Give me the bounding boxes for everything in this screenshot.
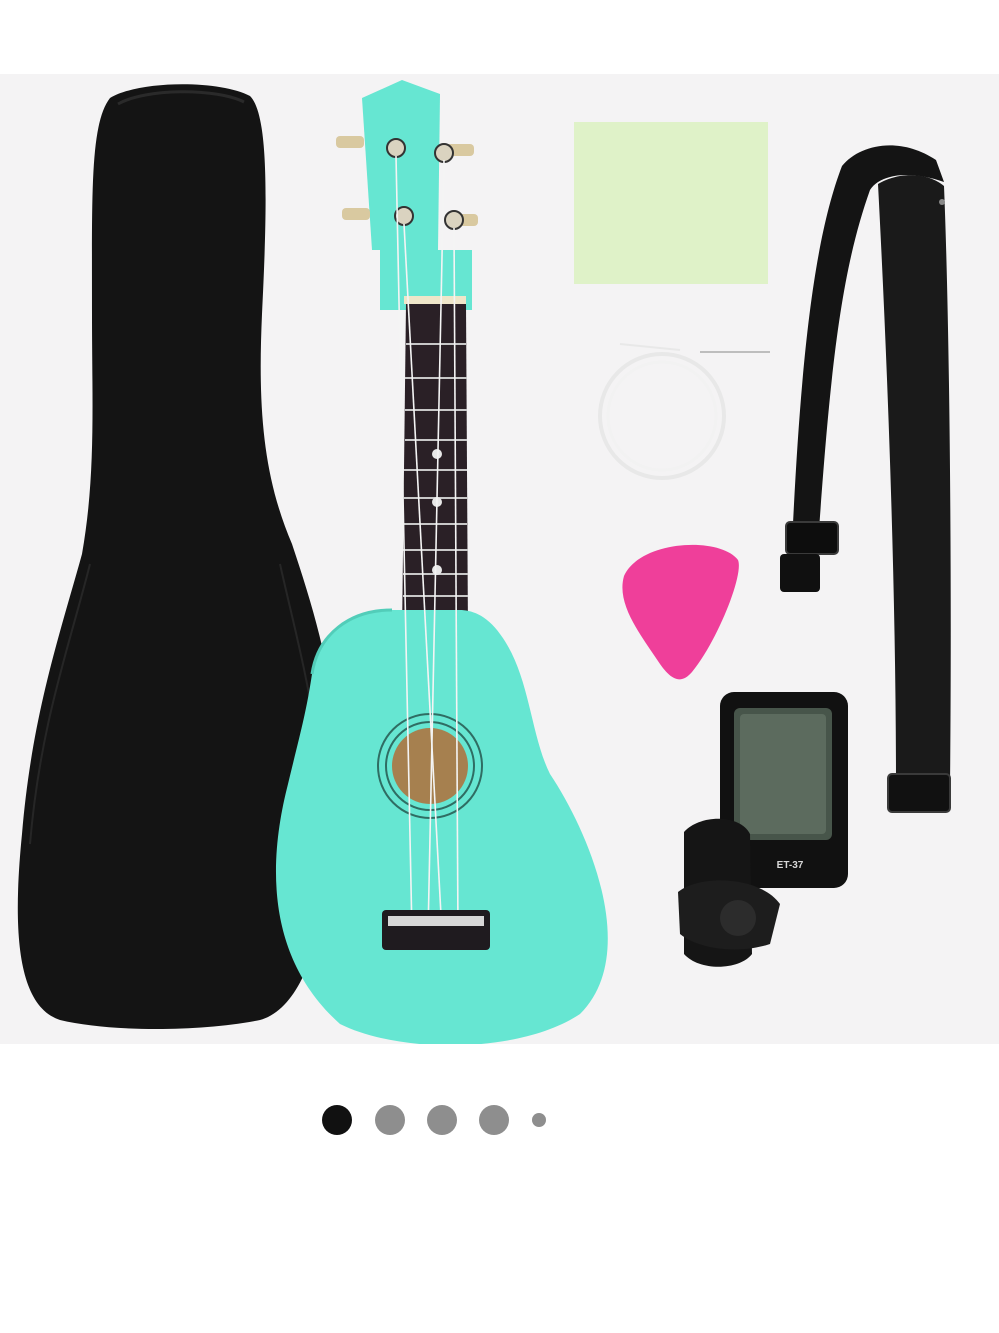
spare-string <box>598 343 770 480</box>
guitar-pick <box>622 544 739 680</box>
pagination-dot-2[interactable] <box>375 1105 405 1135</box>
product-page: ET-37 <box>0 0 999 1333</box>
tuner-model-label: ET-37 <box>777 860 804 871</box>
product-image[interactable]: ET-37 <box>0 74 999 1044</box>
pagination-dot-3[interactable] <box>427 1105 457 1135</box>
gallery-pagination <box>0 1100 999 1140</box>
pagination-dot-1[interactable] <box>322 1105 352 1135</box>
pagination-dot-5[interactable] <box>532 1113 546 1127</box>
ukulele <box>276 80 608 1044</box>
pagination-dot-4[interactable] <box>479 1105 509 1135</box>
clip-tuner: ET-37 <box>678 692 848 967</box>
polishing-cloth <box>574 122 768 284</box>
